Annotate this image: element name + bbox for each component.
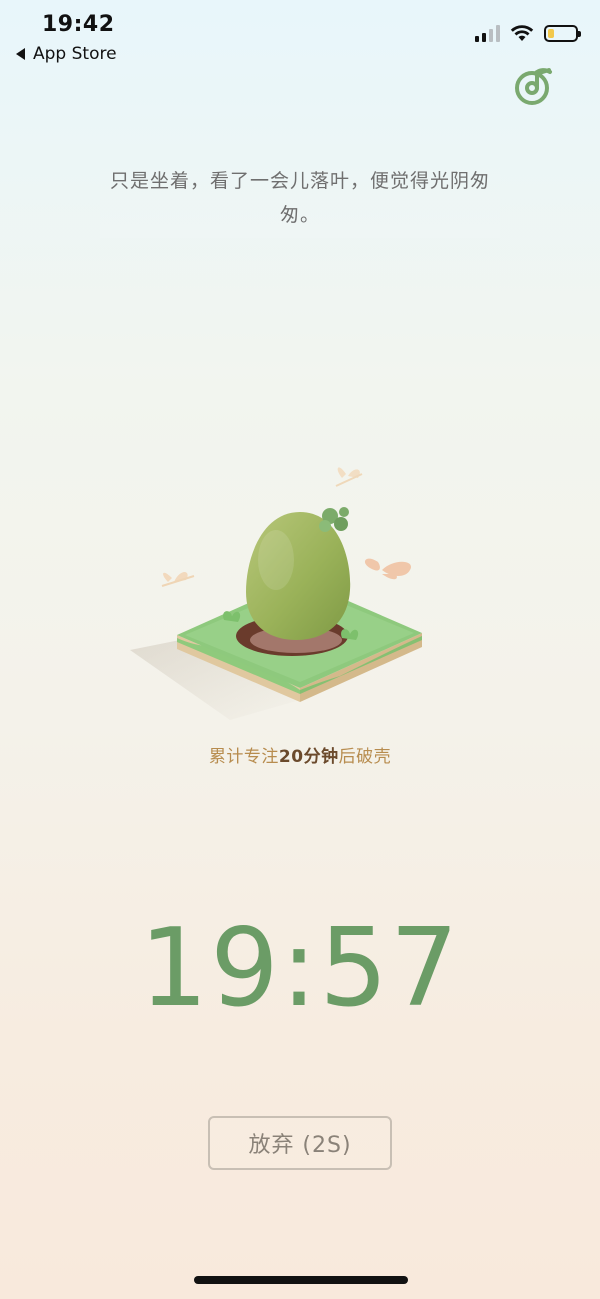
hatch-suffix: 后破壳 [338, 747, 392, 767]
wifi-icon [510, 25, 534, 41]
countdown-timer: 19:57 [139, 906, 461, 1031]
back-to-app-store-button[interactable]: App Store [16, 44, 117, 64]
status-icons [475, 24, 581, 42]
hatch-progress-text: 累计专注20分钟后破壳 [0, 742, 600, 767]
status-bar: 19:42 App Store [0, 0, 600, 80]
back-app-label: App Store [33, 44, 117, 64]
music-note-circle-icon[interactable] [512, 64, 556, 108]
battery-icon [544, 24, 581, 42]
give-up-button[interactable]: 放弃 (2S) [208, 1116, 392, 1170]
butterfly-icon [364, 558, 412, 580]
motivational-quote: 只是坐着，看了一会儿落叶，便觉得光阴匆匆。 [100, 164, 500, 238]
hatch-prefix: 累计专注 [208, 747, 279, 767]
egg-pet-illustration [130, 467, 422, 720]
hatch-duration: 20分钟 [278, 747, 339, 767]
back-arrow-icon [16, 48, 25, 60]
status-time: 19:42 [42, 12, 115, 37]
cellular-signal-icon [475, 24, 500, 42]
home-indicator[interactable] [194, 1276, 408, 1284]
